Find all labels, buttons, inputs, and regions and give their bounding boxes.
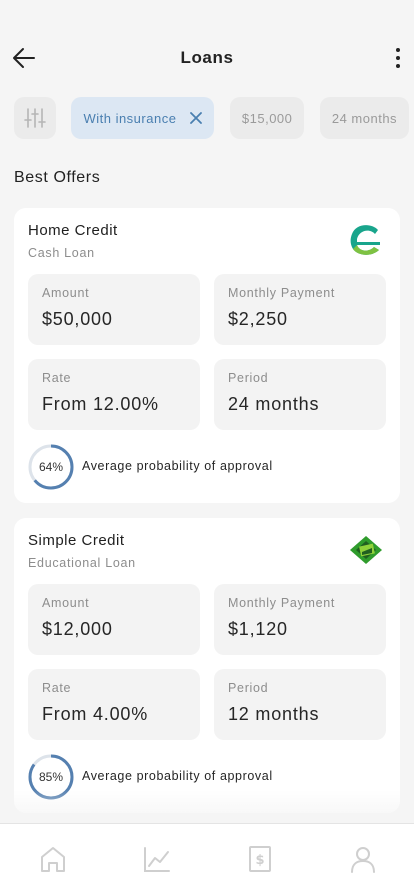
amount-label: Amount bbox=[42, 596, 90, 610]
chip-label: $15,000 bbox=[241, 110, 293, 126]
bank-name: Home Credit bbox=[28, 222, 118, 239]
chip-with-insurance[interactable]: With insurance bbox=[71, 97, 215, 139]
svg-text:$: $ bbox=[255, 853, 264, 868]
bill-icon[interactable]: $ bbox=[245, 844, 275, 874]
rate-tile: Rate From 12.00% bbox=[28, 359, 200, 430]
rate-label: Rate bbox=[42, 681, 72, 695]
monthly-payment-value: $2,250 bbox=[228, 309, 288, 329]
rate-label: Rate bbox=[42, 371, 72, 385]
period-value: 24 months bbox=[228, 394, 320, 414]
monthly-payment-label: Monthly Payment bbox=[228, 286, 336, 300]
monthly-payment-value: $1,120 bbox=[228, 619, 288, 639]
bank-name: Simple Credit bbox=[28, 532, 125, 549]
simple-credit-logo-icon bbox=[350, 536, 382, 564]
chip-label: With insurance bbox=[83, 110, 177, 126]
filter-chips-bar: With insurance $15,000 24 months bbox=[14, 97, 414, 139]
bottom-tab-bar: $ bbox=[0, 823, 414, 896]
loan-type: Cash Loan bbox=[28, 246, 95, 260]
chip-amount[interactable]: $15,000 bbox=[229, 97, 305, 139]
period-value: 12 months bbox=[228, 704, 320, 724]
offer-card[interactable]: Home Credit Cash Loan Amount $50,000 Mon… bbox=[14, 208, 400, 503]
home-icon[interactable] bbox=[38, 844, 68, 874]
period-label: Period bbox=[228, 371, 269, 385]
amount-label: Amount bbox=[42, 286, 90, 300]
loan-type: Educational Loan bbox=[28, 556, 136, 570]
chip-label: 24 months bbox=[331, 110, 398, 126]
period-tile: Period 12 months bbox=[214, 669, 386, 740]
profile-icon[interactable] bbox=[348, 844, 378, 874]
app-header: Loans bbox=[0, 0, 414, 90]
rate-tile: Rate From 4.00% bbox=[28, 669, 200, 740]
monthly-payment-label: Monthly Payment bbox=[228, 596, 336, 610]
amount-tile: Amount $12,000 bbox=[28, 584, 200, 655]
amount-value: $12,000 bbox=[42, 619, 113, 639]
monthly-payment-tile: Monthly Payment $2,250 bbox=[214, 274, 386, 345]
rate-value: From 12.00% bbox=[42, 394, 159, 414]
probability-label: Average probability of approval bbox=[82, 459, 273, 473]
more-vertical-icon[interactable] bbox=[390, 44, 406, 72]
probability-value: 64% bbox=[38, 460, 64, 474]
page-title: Loans bbox=[180, 48, 234, 67]
chart-icon[interactable] bbox=[142, 844, 172, 874]
amount-tile: Amount $50,000 bbox=[28, 274, 200, 345]
close-icon[interactable] bbox=[190, 112, 203, 124]
offer-card[interactable]: Simple Credit Educational Loan Amount $1… bbox=[14, 518, 400, 813]
period-label: Period bbox=[228, 681, 269, 695]
filter-settings-button[interactable] bbox=[14, 97, 56, 139]
approval-probability: 64% Average probability of approval bbox=[28, 444, 368, 490]
period-tile: Period 24 months bbox=[214, 359, 386, 430]
amount-value: $50,000 bbox=[42, 309, 113, 329]
section-title: Best Offers bbox=[14, 169, 101, 186]
home-credit-logo-icon bbox=[350, 225, 381, 255]
rate-value: From 4.00% bbox=[42, 704, 149, 724]
probability-label: Average probability of approval bbox=[82, 769, 273, 783]
chip-period[interactable]: 24 months bbox=[319, 97, 410, 139]
monthly-payment-tile: Monthly Payment $1,120 bbox=[214, 584, 386, 655]
scroll-fade bbox=[0, 790, 414, 824]
sliders-icon bbox=[24, 108, 46, 128]
